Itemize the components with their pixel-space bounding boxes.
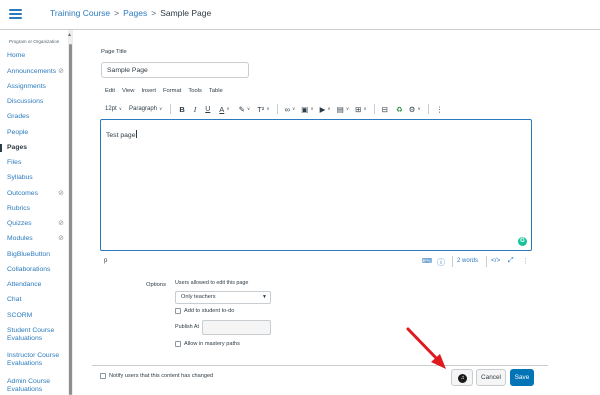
annotation-arrow: [406, 327, 446, 369]
